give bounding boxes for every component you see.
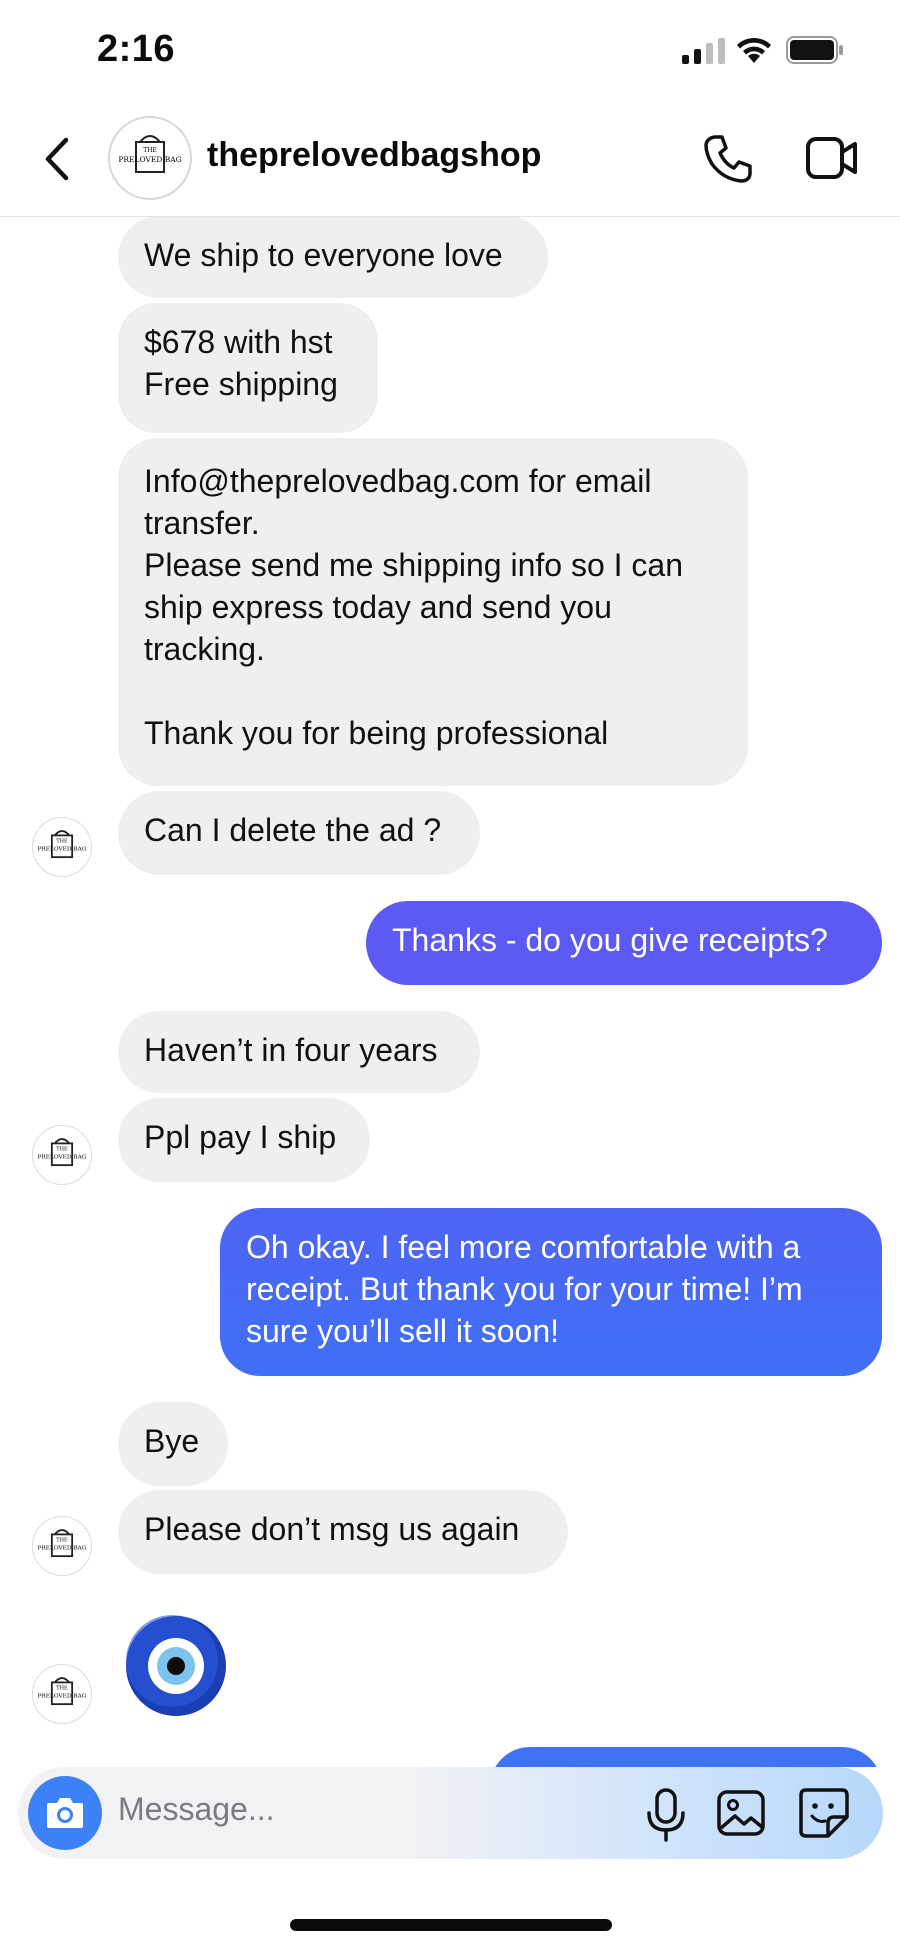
shop-logo: THE PRELOVED BAG (38, 830, 87, 859)
message-composer: Message... (18, 1767, 883, 1859)
message-bubble[interactable]: Info@theprelovedbag.com for email transf… (118, 438, 748, 786)
conversation-title[interactable]: theprelovedbagshop (207, 136, 541, 175)
svg-text:PRELOVED BAG: PRELOVED BAG (38, 1546, 87, 1552)
message-bubble[interactable]: We ship to everyone love (118, 217, 548, 298)
message-thread[interactable]: We ship to everyone love $678 with hst F… (0, 217, 900, 1767)
message-bubble[interactable]: Please don’t msg us again (118, 1490, 568, 1574)
message-bubble[interactable]: Thanks - do you give receipts? (366, 901, 882, 985)
microphone-icon[interactable] (644, 1787, 688, 1843)
sender-avatar[interactable]: THE PRELOVED BAG (32, 1516, 92, 1576)
svg-text:THE: THE (56, 1686, 68, 1692)
shop-logo: THE PRELOVED BAG (118, 135, 182, 173)
cellular-signal-icon (682, 38, 725, 64)
shop-logo: THE PRELOVED BAG (38, 1138, 87, 1167)
shop-logo: THE PRELOVED BAG (38, 1529, 87, 1558)
shop-avatar[interactable]: THE PRELOVED BAG (108, 116, 192, 200)
message-bubble[interactable]: Can I delete the ad ? (118, 791, 480, 875)
evil-eye-emoji-icon[interactable] (124, 1614, 228, 1718)
status-bar: 2:16 (0, 0, 900, 100)
sender-avatar[interactable]: THE PRELOVED BAG (32, 1125, 92, 1185)
status-time: 2:16 (97, 28, 176, 70)
message-bubble[interactable]: Ppl pay I ship (118, 1098, 370, 1182)
svg-text:PRELOVED BAG: PRELOVED BAG (38, 1694, 87, 1700)
sticker-icon[interactable] (798, 1787, 850, 1839)
camera-button[interactable] (28, 1776, 102, 1850)
svg-text:THE: THE (56, 839, 68, 845)
message-input[interactable]: Message... (118, 1791, 275, 1828)
svg-text:PRELOVED BAG: PRELOVED BAG (118, 155, 181, 164)
sender-avatar[interactable]: THE PRELOVED BAG (32, 1664, 92, 1724)
svg-text:THE: THE (56, 1538, 68, 1544)
svg-text:THE: THE (143, 147, 157, 154)
wifi-icon (737, 37, 771, 63)
home-indicator[interactable] (290, 1919, 612, 1931)
message-bubble[interactable]: Haven’t in four years (118, 1011, 480, 1093)
battery-icon (786, 36, 843, 64)
svg-text:PRELOVED BAG: PRELOVED BAG (38, 847, 87, 853)
message-bubble[interactable] (490, 1747, 882, 1767)
message-bubble[interactable]: Bye (118, 1402, 228, 1486)
svg-text:PRELOVED BAG: PRELOVED BAG (38, 1155, 87, 1161)
back-chevron-icon[interactable] (38, 134, 78, 184)
chat-header: THE PRELOVED BAG theprelovedbagshop (0, 100, 900, 217)
sender-avatar[interactable]: THE PRELOVED BAG (32, 817, 92, 877)
shop-logo: THE PRELOVED BAG (38, 1677, 87, 1706)
message-bubble[interactable]: Oh okay. I feel more comfortable with a … (220, 1208, 882, 1376)
camera-icon (47, 1798, 83, 1828)
message-bubble[interactable]: $678 with hst Free shipping (118, 303, 378, 433)
video-call-icon[interactable] (805, 134, 859, 182)
gallery-icon[interactable] (716, 1789, 766, 1837)
phone-call-icon[interactable] (703, 134, 753, 184)
svg-text:THE: THE (56, 1147, 68, 1153)
